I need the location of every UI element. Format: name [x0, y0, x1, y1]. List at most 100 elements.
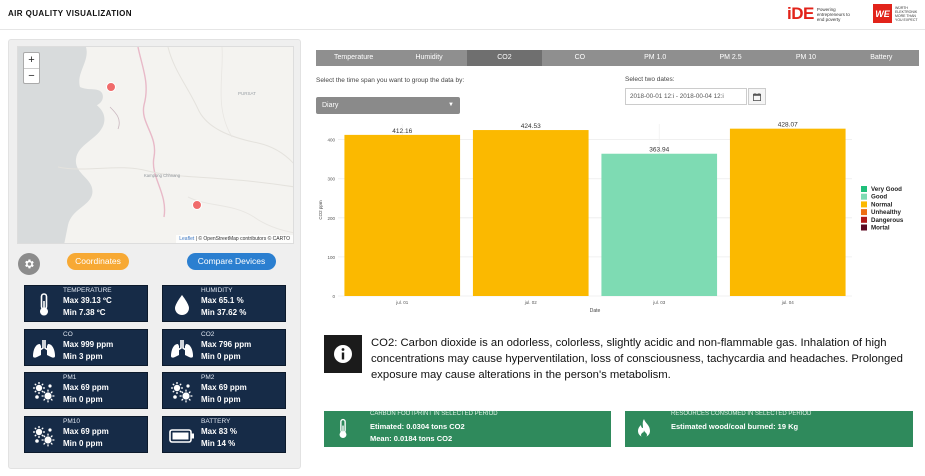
tab-temperature[interactable]: Temperature — [316, 50, 391, 66]
lungs-icon — [169, 336, 195, 362]
chart-y-tick-label: 400 — [327, 138, 335, 143]
chart-y-tick-label: 0 — [332, 294, 335, 299]
group-by-label: Select the time span you want to group t… — [316, 77, 465, 84]
map-zoom-control: + − — [23, 52, 40, 84]
tab-co2[interactable]: CO2 — [466, 50, 543, 66]
chart-legend-label: Dangerous — [871, 217, 904, 224]
card-pm2: PM2 Max 69 ppm Min 0 ppm — [162, 372, 286, 409]
carbon-footprint-mean: Mean: 0.0184 tons CO2 — [370, 434, 453, 443]
date-range-input[interactable]: 2018-00-01 12:i - 2018-00-04 12:i — [625, 88, 747, 105]
co2-bar-chart: 0 100 200 300 400 412.16 jul. 01 424.53 jul. 02 3… — [316, 120, 921, 320]
fire-icon — [625, 411, 663, 447]
chart-x-tick-label: jul. 04 — [781, 300, 795, 305]
tab-pm25[interactable]: PM 2.5 — [693, 50, 768, 66]
chart-y-tick-label: 300 — [327, 177, 335, 182]
ide-logo-mark: iDE — [787, 4, 814, 23]
ide-logo: iDE Powering entrepreneurs to end povert… — [787, 3, 857, 25]
card-min-value: Min 0 ppm — [63, 395, 103, 404]
card-label: PM2 — [201, 374, 215, 381]
lungs-icon — [31, 336, 57, 362]
tab-pm1[interactable]: PM 1.0 — [618, 50, 693, 66]
ide-logo-tagline: Powering entrepreneurs to end poverty — [816, 6, 850, 22]
map-place-label-pursat: PURSAT — [238, 91, 256, 96]
resources-wood-coal: Estimated wood/coal burned: 19 Kg — [671, 422, 799, 431]
card-label: CO2 — [201, 331, 215, 338]
chart-x-tick-label: jul. 03 — [652, 300, 666, 305]
card-min-value: Min 0 ppm — [201, 352, 241, 361]
top-bar: AIR QUALITY VISUALIZATION iDE Powering e… — [0, 0, 925, 30]
chart-data-label: 428.07 — [778, 122, 798, 129]
chart-y-tick-label: 100 — [327, 255, 335, 260]
chart-x-tick-label: jul. 01 — [395, 300, 409, 305]
card-max-value: Max 796 ppm — [201, 340, 252, 349]
tab-battery[interactable]: Battery — [844, 50, 919, 66]
chart-legend-swatch — [861, 216, 867, 223]
chart-svg: 0 100 200 300 400 412.16 jul. 01 424.53 jul. 02 3… — [318, 122, 904, 314]
settings-button[interactable] — [18, 253, 40, 275]
thermometer-icon — [324, 411, 362, 447]
chart-bar — [601, 153, 718, 296]
particles-icon — [31, 379, 57, 405]
card-max-value: Max 83 % — [201, 427, 238, 436]
card-min-value: Min 0 ppm — [63, 439, 103, 448]
chart-y-tick-label: 200 — [327, 216, 335, 221]
tab-co[interactable]: CO — [542, 50, 617, 66]
card-temperature: TEMPERATURE Max 39.13 ºC Min 7.38 ºC — [24, 285, 148, 322]
info-icon — [324, 335, 362, 373]
wurth-logo-tagline: WÜRTH ELEKTRONIK MORE THAN YOU EXPECT — [895, 5, 918, 22]
coordinates-button[interactable]: Coordinates — [67, 253, 129, 270]
chart-legend-swatch — [861, 193, 867, 200]
card-min-value: Min 14 % — [201, 439, 236, 448]
card-max-value: Max 999 ppm — [63, 340, 114, 349]
card-label: HUMIDITY — [201, 287, 233, 294]
water-drop-icon — [169, 292, 195, 318]
card-humidity: HUMIDITY Max 65.1 % Min 37.62 % — [162, 285, 286, 322]
particles-icon — [31, 423, 57, 449]
info-text: CO2: Carbon dioxide is an odorless, colo… — [371, 337, 903, 382]
card-min-value: Min 0 ppm — [201, 395, 241, 404]
card-label: CO — [63, 331, 73, 338]
chart-x-axis-label: Date — [590, 308, 601, 314]
card-min-value: Min 3 ppm — [63, 352, 103, 361]
carbon-footprint-title: CARBON FOOTPRINT IN SELECTED PERIOD — [370, 411, 498, 417]
resources-consumed-box: RESOURCES CONSUMED IN SELECTED PERIOD Es… — [625, 411, 913, 447]
card-pm1: PM1 Max 69 ppm Min 0 ppm — [24, 372, 148, 409]
chart-legend-label: Normal — [871, 201, 893, 208]
calendar-button[interactable] — [748, 88, 766, 105]
card-co2: CO2 Max 796 ppm Min 0 ppm — [162, 329, 286, 366]
group-by-value: Diary — [322, 102, 339, 109]
thermometer-icon — [31, 292, 57, 318]
map-place-label-kampong: Kampong Chhnang — [144, 173, 181, 178]
map-tiles: PURSAT Kampong Chhnang — [18, 47, 293, 243]
card-max-value: Max 39.13 ºC — [63, 296, 112, 305]
calendar-icon — [753, 92, 761, 101]
card-label: BATTERY — [201, 418, 231, 425]
chart-data-label: 363.94 — [649, 147, 669, 154]
map-zoom-out-button[interactable]: − — [24, 68, 39, 83]
resources-title: RESOURCES CONSUMED IN SELECTED PERIOD — [671, 411, 812, 417]
chart-bar — [472, 130, 589, 296]
card-max-value: Max 69 ppm — [201, 383, 247, 392]
chart-legend-label: Very Good — [871, 186, 902, 193]
pollutant-info: CO2: Carbon dioxide is an odorless, colo… — [324, 335, 917, 403]
left-panel: PURSAT Kampong Chhnang + − Leaflet | © O… — [8, 39, 301, 469]
tab-pm10[interactable]: PM 10 — [768, 50, 843, 66]
chevron-down-icon: ▼ — [448, 102, 454, 108]
card-label: PM1 — [63, 374, 77, 381]
card-pm10: PM10 Max 69 ppm Min 0 ppm — [24, 416, 148, 453]
leaflet-link[interactable]: Leaflet — [179, 236, 194, 242]
chart-bar — [729, 128, 846, 296]
tab-humidity[interactable]: Humidity — [391, 50, 466, 66]
chart-y-axis-label: CO2 ppm — [318, 200, 323, 220]
chart-x-tick-label: jul. 02 — [524, 300, 538, 305]
map-attribution: Leaflet | © OpenStreetMap contributors ©… — [176, 235, 293, 243]
card-battery: BATTERY Max 83 % Min 14 % — [162, 416, 286, 453]
map-zoom-in-button[interactable]: + — [24, 53, 39, 68]
device-map[interactable]: PURSAT Kampong Chhnang + − Leaflet | © O… — [17, 46, 294, 244]
group-by-select[interactable]: Diary ▼ — [316, 97, 460, 114]
compare-devices-button[interactable]: Compare Devices — [187, 253, 276, 270]
chart-bar — [344, 134, 461, 296]
card-co: CO Max 999 ppm Min 3 ppm — [24, 329, 148, 366]
card-label: PM10 — [63, 418, 80, 425]
battery-icon — [169, 423, 195, 449]
